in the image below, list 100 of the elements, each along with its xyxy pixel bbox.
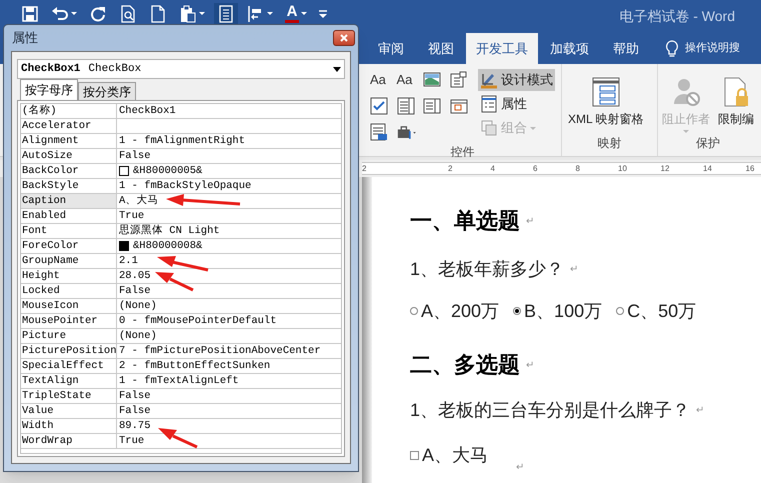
- picture-control-icon: [423, 71, 441, 89]
- property-value[interactable]: True: [119, 434, 144, 448]
- checkbox-option[interactable]: A、大马: [410, 442, 488, 468]
- property-name[interactable]: PicturePosition: [21, 344, 117, 358]
- control-button[interactable]: [396, 95, 417, 117]
- caret-icon: [301, 12, 307, 15]
- ribbon-button[interactable]: 限制编: [718, 76, 754, 128]
- property-value[interactable]: 1 - fmBackStyleOpaque: [119, 179, 252, 193]
- font-color-letter: A: [286, 4, 298, 19]
- property-name[interactable]: BackColor: [21, 164, 117, 178]
- ribbon-button[interactable]: 属性: [478, 93, 555, 115]
- property-value[interactable]: A、大马: [119, 194, 158, 208]
- property-name[interactable]: (名称): [21, 104, 117, 118]
- property-name[interactable]: Height: [21, 269, 117, 283]
- date-control-icon: [450, 97, 468, 115]
- property-value[interactable]: 7 - fmPicturePositionAboveCenter: [119, 344, 321, 358]
- property-value[interactable]: 1 - fmTextAlignLeft: [119, 374, 239, 388]
- property-name[interactable]: Alignment: [21, 134, 117, 148]
- property-name[interactable]: MouseIcon: [21, 299, 117, 313]
- control-button[interactable]: Aa: [370, 69, 390, 91]
- radio-option[interactable]: B、100万: [513, 298, 602, 324]
- property-value[interactable]: False: [119, 284, 151, 298]
- paste-icon: [179, 4, 197, 22]
- property-value[interactable]: 思源黑体 CN Light: [119, 224, 220, 238]
- property-name[interactable]: GroupName: [21, 254, 117, 268]
- ribbon-button[interactable]: 设计模式: [478, 69, 555, 91]
- ruler-number: 12: [660, 163, 670, 174]
- radio-option[interactable]: C、50万: [616, 298, 696, 324]
- tell-me-search[interactable]: 操作说明搜: [685, 40, 740, 57]
- toolbar-button[interactable]: A: [282, 3, 310, 24]
- group-label: 映射: [596, 135, 622, 152]
- close-button[interactable]: [333, 30, 355, 46]
- ribbon-tab[interactable]: 视图: [416, 33, 466, 64]
- annotation-arrow: [158, 428, 198, 448]
- ruler-number: 8: [576, 163, 580, 174]
- annotation-arrow: [157, 256, 208, 272]
- panel-tab[interactable]: 按字母序: [20, 79, 78, 100]
- property-value[interactable]: 2.1: [119, 254, 138, 268]
- property-value[interactable]: True: [119, 209, 144, 223]
- property-value[interactable]: (None): [119, 329, 157, 343]
- property-name[interactable]: ForeColor: [21, 239, 117, 253]
- property-name[interactable]: Accelerator: [21, 119, 117, 133]
- caret-icon: [267, 12, 273, 15]
- property-value[interactable]: 1 - fmAlignmentRight: [119, 134, 246, 148]
- ribbon-tab[interactable]: 加载项: [538, 33, 601, 64]
- window-title: 电子档试卷 - Word: [619, 7, 735, 26]
- radio-button[interactable]: [616, 307, 624, 315]
- save-icon: [21, 4, 39, 22]
- toolbar-button[interactable]: [214, 3, 238, 24]
- property-name[interactable]: Enabled: [21, 209, 117, 223]
- section-heading: 二、多选题: [410, 350, 520, 380]
- checkbox-control-icon: [370, 97, 388, 115]
- paragraph-mark: ↵: [526, 214, 534, 228]
- caret-icon: [683, 130, 689, 133]
- property-name[interactable]: AutoSize: [21, 149, 117, 163]
- property-value[interactable]: 28.05: [119, 269, 151, 283]
- property-value[interactable]: &H80000005&: [133, 164, 202, 178]
- lightbulb-icon: [665, 40, 679, 58]
- caret-icon: [71, 12, 77, 15]
- control-button[interactable]: [370, 95, 390, 117]
- property-value[interactable]: False: [119, 389, 151, 403]
- ruler-number: 6: [533, 163, 538, 174]
- property-name[interactable]: Caption: [21, 194, 117, 208]
- property-name[interactable]: Value: [21, 404, 117, 418]
- radio-button[interactable]: [410, 307, 418, 315]
- ribbon-tab[interactable]: 审阅: [366, 33, 416, 64]
- repeat-control-icon: [370, 123, 388, 141]
- radio-option[interactable]: A、200万: [410, 298, 500, 324]
- property-name[interactable]: Locked: [21, 284, 117, 298]
- property-name[interactable]: SpecialEffect: [21, 359, 117, 373]
- property-value[interactable]: 0 - fmMousePointerDefault: [119, 314, 277, 328]
- property-name[interactable]: TripleState: [21, 389, 117, 403]
- property-name[interactable]: BackStyle: [21, 179, 117, 193]
- property-name[interactable]: WordWrap: [21, 434, 117, 448]
- property-name[interactable]: Font: [21, 224, 117, 238]
- combo-control-icon: [396, 97, 414, 115]
- property-name[interactable]: TextAlign: [21, 374, 117, 388]
- ruler-number: 2: [448, 163, 452, 174]
- ribbon-button[interactable]: XML 映射窗格: [568, 76, 644, 128]
- property-value[interactable]: (None): [119, 299, 157, 313]
- ribbon-tab[interactable]: 开发工具: [466, 33, 538, 64]
- property-value[interactable]: False: [119, 404, 151, 418]
- list-document-icon: [217, 4, 235, 22]
- property-name[interactable]: Picture: [21, 329, 117, 343]
- checkbox[interactable]: [410, 450, 419, 460]
- caret-icon: [199, 12, 205, 15]
- radio-button[interactable]: [513, 307, 522, 315]
- property-value[interactable]: False: [119, 149, 151, 163]
- panel-tab[interactable]: 按分类序: [78, 82, 136, 100]
- property-name[interactable]: MousePointer: [21, 314, 117, 328]
- object-dropdown[interactable]: CheckBox1 CheckBox: [17, 59, 345, 79]
- property-value[interactable]: &H80000008&: [133, 239, 202, 253]
- property-value[interactable]: CheckBox1: [119, 104, 176, 118]
- ribbon-tab[interactable]: 帮助: [601, 33, 651, 64]
- toolbox-icon: [396, 123, 417, 141]
- property-value[interactable]: 89.75: [119, 419, 151, 433]
- property-value[interactable]: 2 - fmButtonEffectSunken: [119, 359, 270, 373]
- property-name[interactable]: Width: [21, 419, 117, 433]
- print-preview-icon: [119, 4, 137, 22]
- control-button[interactable]: Aa: [396, 69, 417, 91]
